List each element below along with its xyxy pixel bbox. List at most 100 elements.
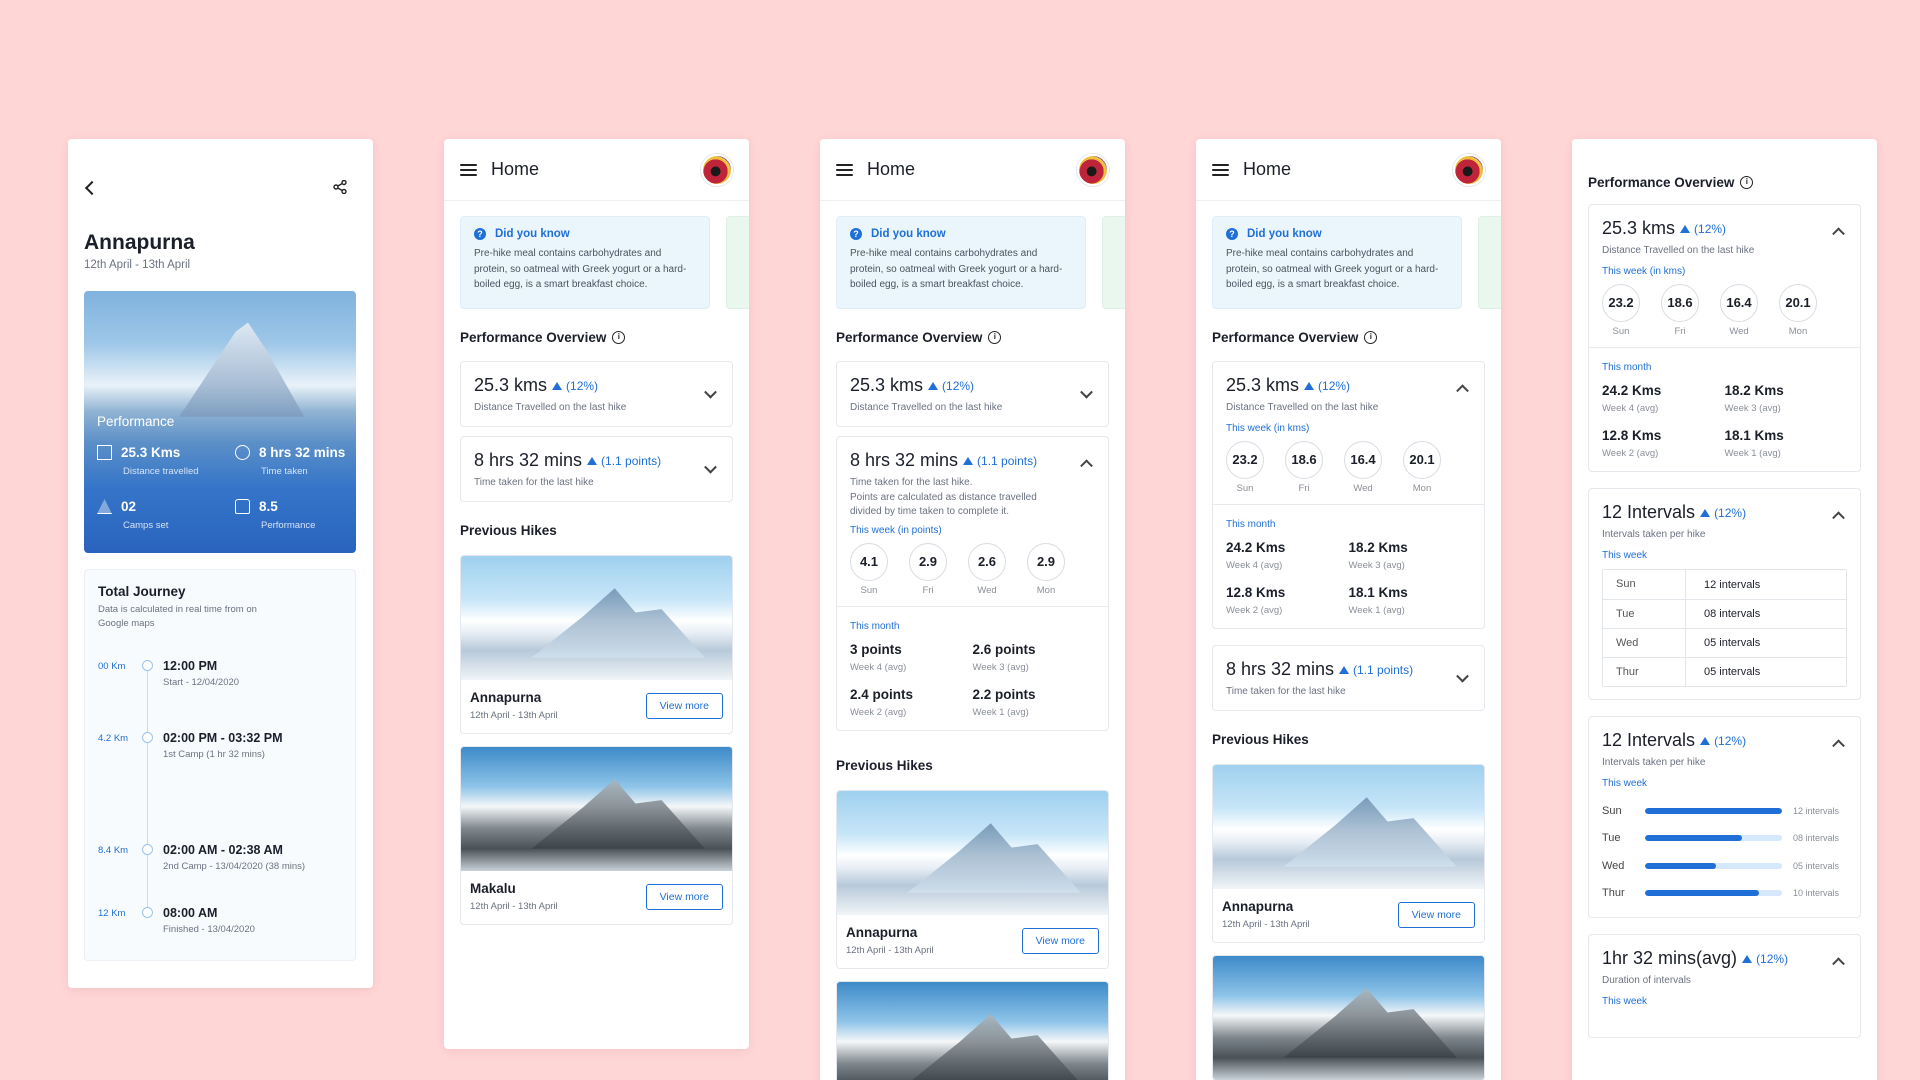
duration-card[interactable]: 1hr 32 mins(avg) (12%) Duration of interv… (1588, 934, 1861, 1038)
day-value: 23.2 (1226, 441, 1264, 479)
hike-card[interactable]: Makalu 12th April - 13th April View more (460, 746, 733, 925)
hike-title: Annapurna (84, 231, 195, 254)
hike-name: Makalu (470, 881, 516, 896)
day-value: 23.2 (1602, 284, 1640, 322)
month-week-label: Week 1 (avg) (972, 707, 1029, 718)
thumbs-up-icon (235, 499, 250, 514)
table-row: Wed 05 intervals (1603, 628, 1846, 657)
share-icon[interactable] (333, 180, 347, 194)
event-time: 12:00 PM (163, 659, 218, 673)
day-label: Sun (1236, 483, 1254, 494)
month-week-label: Week 2 (avg) (1602, 448, 1659, 459)
week-label: This week (in kms) (1226, 423, 1310, 434)
trend-up-icon (1680, 224, 1691, 233)
trend-up-icon (928, 381, 939, 390)
month-week-label: Week 2 (avg) (850, 707, 907, 718)
tip-text: Pre-hike meal contains carbohydrates and… (474, 248, 687, 290)
tip-card[interactable]: ? Did you know Pre-hike meal contains car… (1212, 216, 1462, 309)
stat-value: 8.5 (259, 499, 278, 514)
bar-fill (1645, 807, 1782, 814)
tips-carousel[interactable]: ? Did you know Pre-hike meal contains car… (444, 201, 749, 311)
time-card-expanded[interactable]: 8 hrs 32 mins (1.1 points) Time taken for… (836, 436, 1109, 731)
intervals-bars-card[interactable]: 12 Intervals (12%) Intervals taken per hi… (1588, 716, 1861, 918)
distance-card-expanded[interactable]: 25.3 kms (12%) Distance Travelled on the … (1212, 361, 1485, 629)
next-tip-card[interactable] (1102, 216, 1125, 309)
week-label: This week (1602, 996, 1648, 1007)
stat-value: 8 hrs 32 mins (259, 445, 346, 460)
tip-text: Pre-hike meal contains carbohydrates and… (1226, 248, 1439, 290)
trend-value: (12%) (1714, 505, 1747, 520)
info-icon[interactable]: i (1364, 330, 1378, 344)
info-icon[interactable]: i (988, 330, 1002, 344)
event-km: 4.2 Km (98, 733, 129, 744)
stat-time: 8 hrs 32 mins Time taken (235, 445, 345, 477)
avatar[interactable] (1077, 153, 1109, 186)
month-value: 18.2 Kms (1348, 540, 1408, 555)
bar-row: Wed 05 intervals (1602, 852, 1847, 880)
week-values: 23.2 Sun 18.6 Fri 16.4 Wed 20.1 Mon (1226, 441, 1471, 494)
view-more-button[interactable]: View more (645, 883, 723, 910)
timeline-dot (142, 907, 153, 918)
next-tip-card[interactable] (1478, 216, 1501, 309)
hike-card[interactable]: Annapurna 12th April - 13th April View mor… (460, 555, 733, 734)
trend-up-icon (1700, 736, 1711, 745)
bar-row: Tue 08 intervals (1602, 825, 1847, 853)
stat-label: Time taken (261, 466, 308, 477)
info-icon[interactable]: i (1740, 175, 1754, 189)
menu-icon[interactable] (1212, 163, 1229, 176)
time-card[interactable]: 8 hrs 32 mins (1.1 points) Time taken for… (1212, 645, 1485, 711)
table-row: Tue 08 intervals (1603, 599, 1846, 628)
info-icon[interactable]: i (612, 330, 626, 344)
timeline-line (147, 664, 148, 918)
menu-icon[interactable] (836, 163, 853, 176)
intervals-table-card[interactable]: 12 Intervals (12%) Intervals taken per hi… (1588, 488, 1861, 700)
view-more-button[interactable]: View more (1021, 927, 1099, 954)
tent-icon (97, 499, 112, 514)
section-title-text: Performance Overview (460, 329, 607, 345)
hike-card[interactable]: Annapurna 12th April - 13th April View mor… (836, 790, 1109, 969)
bar-chart-icon (97, 445, 112, 460)
hike-card[interactable] (1212, 955, 1485, 1080)
month-value: 2.4 points (850, 687, 914, 702)
next-tip-card[interactable] (726, 216, 749, 309)
trend-value: (1.1 points) (1353, 662, 1414, 677)
tip-card[interactable]: ? Did you know Pre-hike meal contains car… (460, 216, 710, 309)
month-week-label: Week 3 (avg) (972, 662, 1029, 673)
hike-card[interactable] (836, 981, 1109, 1080)
menu-icon[interactable] (460, 163, 477, 176)
distance-value: 25.3 kms (850, 375, 924, 395)
bar-row: Sun 12 intervals (1602, 797, 1847, 825)
hike-dates: 12th April - 13th April (84, 259, 191, 271)
distance-card[interactable]: 25.3 kms (12%) Distance Travelled on the … (836, 361, 1109, 427)
trend-up-icon (1304, 381, 1315, 390)
trend-up-icon (1339, 665, 1350, 674)
question-icon: ? (850, 228, 862, 240)
view-more-button[interactable]: View more (645, 692, 723, 719)
month-value: 18.1 Kms (1724, 428, 1784, 443)
avatar[interactable] (1453, 153, 1485, 186)
tip-title: Did you know (495, 228, 570, 240)
avatar[interactable] (701, 153, 733, 186)
bar-track (1645, 862, 1782, 869)
bar-fill (1645, 890, 1759, 897)
distance-card[interactable]: 25.3 kms (12%) Distance Travelled on the … (460, 361, 733, 427)
month-value: 18.2 Kms (1724, 383, 1784, 398)
tip-text: Pre-hike meal contains carbohydrates and… (850, 248, 1063, 290)
tips-carousel[interactable]: ? Did you know Pre-hike meal contains car… (820, 201, 1125, 311)
distance-card-expanded[interactable]: 25.3 kms (12%) Distance Travelled on the … (1588, 204, 1861, 472)
hike-card[interactable]: Annapurna 12th April - 13th April View mor… (1212, 764, 1485, 943)
top-bar: Home (1196, 139, 1501, 201)
tip-card[interactable]: ? Did you know Pre-hike meal contains car… (836, 216, 1086, 309)
time-card[interactable]: 8 hrs 32 mins (1.1 points) Time taken for… (460, 436, 733, 502)
day-value: 20.1 (1403, 441, 1441, 479)
tips-carousel[interactable]: ? Did you know Pre-hike meal contains car… (1196, 201, 1501, 311)
week-values: 23.2 Sun 18.6 Fri 16.4 Wed 20.1 Mon (1602, 284, 1847, 337)
month-week-label: Week 1 (avg) (1724, 448, 1781, 459)
back-arrow-icon[interactable] (84, 180, 100, 196)
day-label: Mon (1036, 585, 1056, 596)
day-label: Fri (1674, 326, 1686, 337)
view-more-button[interactable]: View more (1397, 901, 1475, 928)
divider (837, 606, 1108, 607)
month-label: This month (1226, 519, 1276, 530)
table-cell-value: 05 intervals (1704, 637, 1761, 649)
